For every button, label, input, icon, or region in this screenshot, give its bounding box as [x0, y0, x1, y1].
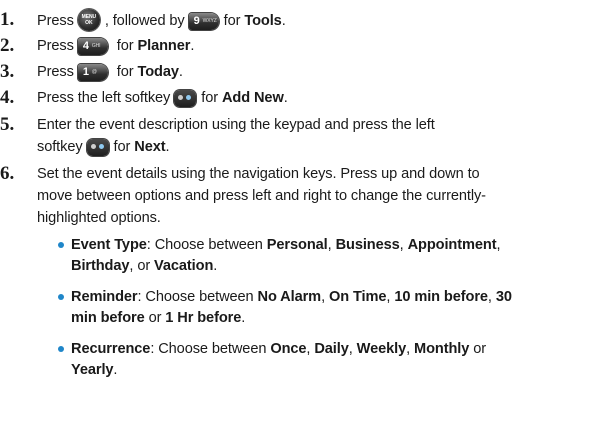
step-text: Set the event details using the navigati…: [37, 166, 486, 226]
bullet-icon: [58, 346, 64, 352]
left-softkey-icon: [86, 139, 109, 156]
bullet-text: Reminder: Choose between No Alarm, On Ti…: [71, 289, 512, 326]
bullet-text: Event Type: Choose between Personal, Bus…: [71, 237, 501, 274]
step-text: Press 1 @ for Today.: [37, 64, 183, 81]
bullet-icon: [58, 294, 64, 300]
step-text: Press 4 GHI for Planner.: [37, 38, 195, 55]
step-text: Press the left softkey for Add New.: [37, 90, 288, 107]
step-number: 6.: [0, 163, 15, 184]
step-text: Enter the event description using the ke…: [37, 117, 435, 156]
menu-ok-key-icon: MENU OK: [77, 9, 100, 31]
step-number: 3.: [0, 61, 15, 82]
instructions-page: 1. Press MENU OK, followed by 9 WXYZ for Too…: [0, 0, 594, 443]
step-number: 2.: [0, 35, 15, 56]
four-key-icon: 4 GHI: [77, 38, 108, 55]
nine-key-icon: 9 WXYZ: [188, 13, 219, 30]
step-number: 5.: [0, 114, 15, 135]
one-key-icon: 1 @: [77, 64, 108, 81]
bullet-text: Recurrence: Choose between Once, Daily, …: [71, 341, 486, 378]
step-text: Press MENU OK, followed by 9 WXYZ for Tools.: [37, 9, 588, 32]
bullet-icon: [58, 242, 64, 248]
step-number: 1.: [0, 9, 15, 30]
left-softkey-icon: [174, 90, 197, 107]
step-number: 4.: [0, 87, 15, 108]
